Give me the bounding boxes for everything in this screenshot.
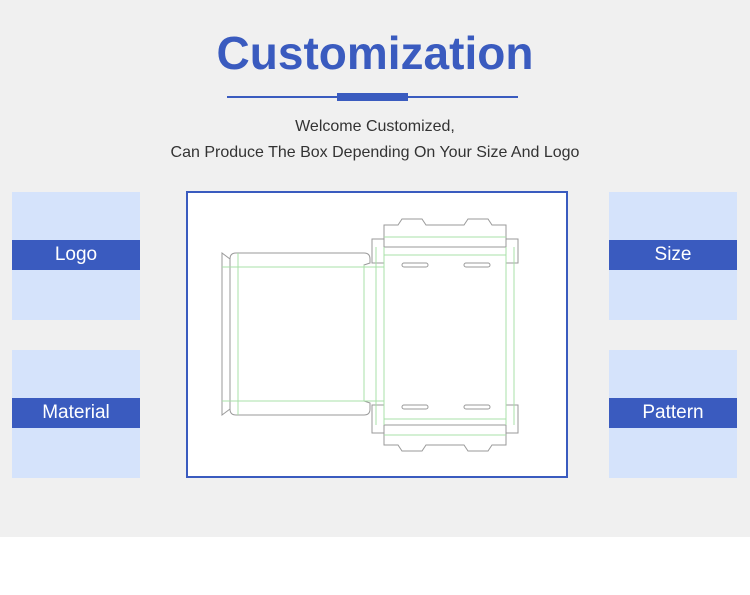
subtitle-line-2: Can Produce The Box Depending On Your Si… bbox=[170, 144, 580, 161]
material-label: Material bbox=[12, 398, 140, 428]
cut-lines bbox=[221, 218, 519, 452]
subtitle-line-1: Welcome Customized, bbox=[295, 118, 455, 135]
material-card: Material bbox=[12, 350, 140, 478]
size-card: Size bbox=[609, 192, 737, 320]
size-label: Size bbox=[609, 240, 737, 270]
dieline-drawing bbox=[221, 218, 519, 452]
page-title: Customization bbox=[216, 27, 534, 79]
logo-card: Logo bbox=[12, 192, 140, 320]
logo-label: Logo bbox=[12, 240, 140, 270]
pattern-card: Pattern bbox=[609, 350, 737, 478]
pattern-label: Pattern bbox=[609, 398, 737, 428]
box-dieline-diagram bbox=[186, 191, 568, 478]
title-underline-accent bbox=[337, 93, 408, 101]
